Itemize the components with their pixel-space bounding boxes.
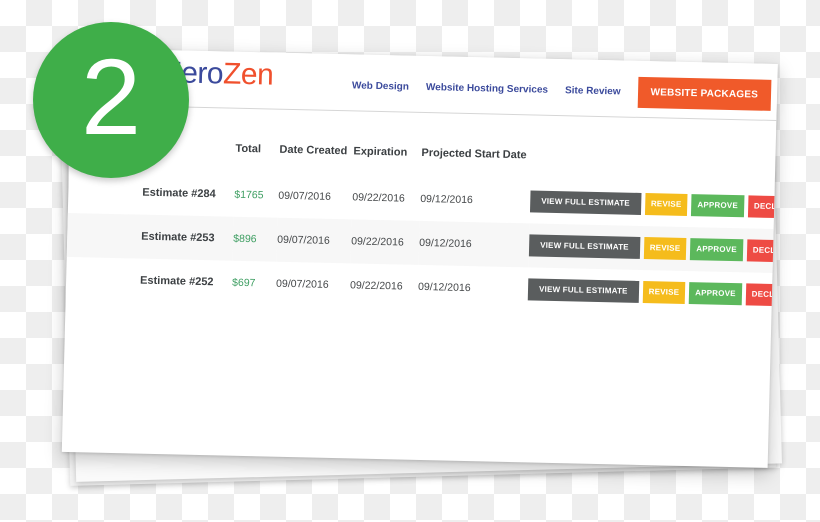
revise-button[interactable]: REVISE bbox=[644, 193, 688, 216]
decline-button[interactable]: DECLINE bbox=[747, 195, 778, 219]
nav-cta-website-packages[interactable]: WEBSITE PACKAGES bbox=[637, 76, 772, 111]
estimate-expiration: 09/22/2016 bbox=[349, 279, 403, 293]
step-number: 2 bbox=[80, 36, 142, 157]
estimate-date-created: 09/07/2016 bbox=[278, 189, 332, 203]
view-full-estimate-button[interactable]: VIEW FULL ESTIMATE bbox=[528, 234, 641, 259]
row-actions: VIEW FULL ESTIMATE REVISE APPROVE DECLIN… bbox=[527, 278, 778, 307]
estimate-projected-start-date: 09/12/2016 bbox=[417, 280, 471, 295]
brand-logo-part-2: Zen bbox=[222, 57, 274, 92]
estimate-total: $896 bbox=[233, 232, 257, 246]
revise-button[interactable]: REVISE bbox=[643, 237, 687, 260]
view-full-estimate-button[interactable]: VIEW FULL ESTIMATE bbox=[529, 190, 642, 215]
screenshot-stage: ZeroZen Web Design Website Hosting Servi… bbox=[0, 0, 820, 522]
row-actions: VIEW FULL ESTIMATE REVISE APPROVE DECLIN… bbox=[528, 234, 778, 263]
approve-button[interactable]: APPROVE bbox=[688, 282, 742, 306]
column-header-expiration: Expiration bbox=[353, 145, 408, 159]
column-header-date-created: Date Created bbox=[279, 143, 348, 158]
estimate-id: Estimate #284 bbox=[142, 186, 216, 201]
view-full-estimate-button[interactable]: VIEW FULL ESTIMATE bbox=[527, 278, 639, 303]
nav-item-site-review[interactable]: Site Review bbox=[565, 85, 621, 97]
estimate-id: Estimate #253 bbox=[141, 230, 215, 245]
estimate-total: $1765 bbox=[234, 188, 264, 202]
step-number-badge: 2 bbox=[33, 22, 189, 178]
column-header-projected-start-date: Projected Start Date bbox=[421, 146, 527, 162]
estimate-date-created: 09/07/2016 bbox=[276, 217, 352, 264]
estimate-expiration: 09/22/2016 bbox=[352, 191, 406, 205]
approve-button[interactable]: APPROVE bbox=[690, 238, 744, 262]
estimate-expiration: 09/22/2016 bbox=[350, 219, 420, 265]
estimate-date-created: 09/07/2016 bbox=[275, 277, 329, 291]
column-header-total: Total bbox=[235, 142, 262, 156]
estimate-id: Estimate #252 bbox=[139, 274, 214, 289]
nav-item-website-hosting-services[interactable]: Website Hosting Services bbox=[426, 82, 548, 96]
approve-button[interactable]: APPROVE bbox=[691, 194, 745, 218]
estimate-total: $697 bbox=[231, 276, 256, 290]
revise-button[interactable]: REVISE bbox=[642, 281, 686, 304]
estimates-table: Total Date Created Expiration Projected … bbox=[66, 139, 778, 317]
main-navigation: Web Design Website Hosting Services Site… bbox=[352, 70, 772, 111]
row-actions: VIEW FULL ESTIMATE REVISE APPROVE DECLIN… bbox=[529, 190, 778, 219]
estimate-projected-start-date: 09/12/2016 bbox=[418, 220, 530, 268]
estimate-projected-start-date: 09/12/2016 bbox=[420, 192, 473, 207]
nav-item-web-design[interactable]: Web Design bbox=[352, 80, 409, 92]
